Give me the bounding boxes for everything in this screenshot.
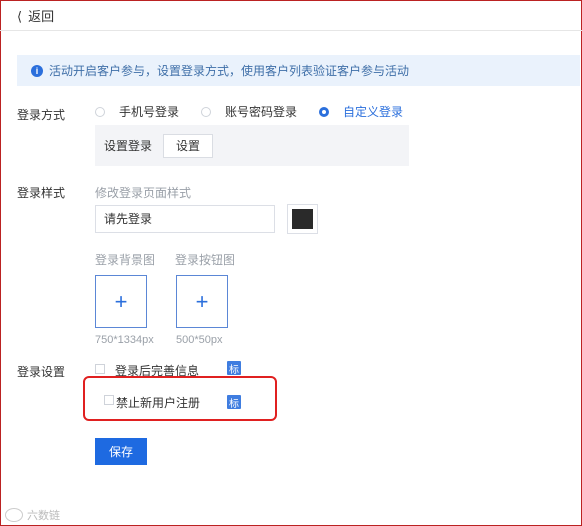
watermark-icon xyxy=(5,508,23,522)
upload-btn-button[interactable]: + xyxy=(176,275,228,328)
highlight-box xyxy=(83,376,277,421)
notice-text: 活动开启客户参与，设置登录方式，使用客户列表验证客户参与活动 xyxy=(49,64,410,78)
notice-banner: i 活动开启客户参与，设置登录方式，使用客户列表验证客户参与活动 xyxy=(17,55,580,86)
login-style-label: 登录样式 xyxy=(17,186,66,200)
login-title-input[interactable]: 请先登录 xyxy=(95,205,275,233)
custom-login-settings: 设置登录 设置 xyxy=(95,125,409,166)
upload-bg-button[interactable]: + xyxy=(95,275,147,328)
top-bar: ⟨ 返回 xyxy=(0,0,582,31)
radio-dot xyxy=(201,106,212,117)
login-style-hint: 修改登录页面样式 xyxy=(95,186,192,200)
upload-bg-size: 750*1334px xyxy=(95,334,154,346)
watermark-text: 六数链 xyxy=(27,510,60,522)
checkbox-complete-info[interactable] xyxy=(95,364,105,374)
radio-label: 账号密码登录 xyxy=(225,105,298,119)
radio-label: 自定义登录 xyxy=(343,105,404,119)
watermark: 六数链 xyxy=(5,507,60,523)
login-method-radios: 手机号登录 账号密码登录 自定义登录 xyxy=(95,103,425,120)
radio-dot xyxy=(319,106,330,117)
settings-button[interactable]: 设置 xyxy=(163,133,214,158)
radio-password-login[interactable]: 账号密码登录 xyxy=(201,103,297,120)
back-button[interactable]: ⟨ 返回 xyxy=(17,6,54,25)
back-label: 返回 xyxy=(28,9,55,24)
tag-badge: 标 xyxy=(227,361,241,376)
upload-btn-size: 500*50px xyxy=(176,334,223,346)
color-picker[interactable] xyxy=(287,204,318,234)
chevron-left-icon: ⟨ xyxy=(17,9,23,24)
info-icon: i xyxy=(31,64,43,77)
radio-label: 手机号登录 xyxy=(119,105,180,119)
plus-icon: + xyxy=(195,288,209,314)
plus-icon: + xyxy=(114,288,128,314)
settings-label: 设置登录 xyxy=(104,139,153,153)
save-button[interactable]: 保存 xyxy=(95,438,147,465)
login-settings-label: 登录设置 xyxy=(17,365,66,379)
upload-btn-label: 登录按钮图 xyxy=(175,253,236,267)
color-swatch xyxy=(292,209,313,229)
radio-dot xyxy=(95,106,105,117)
radio-custom-login[interactable]: 自定义登录 xyxy=(319,103,403,120)
login-method-label: 登录方式 xyxy=(17,108,66,122)
upload-bg-label: 登录背景图 xyxy=(95,253,156,267)
radio-phone-login[interactable]: 手机号登录 xyxy=(95,103,179,120)
